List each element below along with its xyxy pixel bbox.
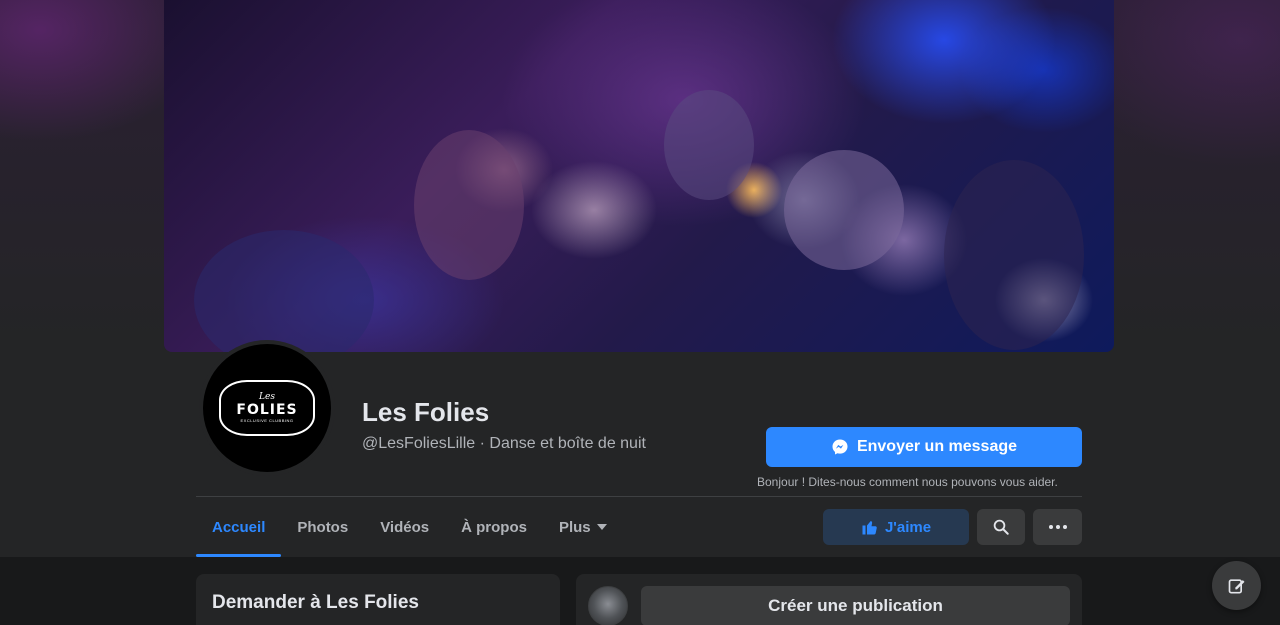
search-icon	[993, 519, 1009, 535]
tab-more-label: Plus	[558, 518, 591, 536]
cover-figure	[944, 160, 1084, 350]
tab-more[interactable]: Plus	[543, 497, 623, 557]
tab-about[interactable]: À propos	[445, 497, 543, 557]
send-message-label: Envoyer un message	[856, 438, 1018, 455]
page-tabs: Accueil Photos Vidéos À propos Plus	[196, 497, 623, 557]
cover-figure	[414, 130, 524, 280]
create-post-card: Créer une publication	[576, 574, 1082, 625]
tab-videos[interactable]: Vidéos	[364, 497, 445, 557]
cover-figure	[664, 90, 754, 200]
ask-card: Demander à Les Folies	[196, 574, 560, 625]
tab-photos[interactable]: Photos	[281, 497, 364, 557]
like-label: J'aime	[884, 518, 932, 536]
send-message-button[interactable]: Envoyer un message	[766, 427, 1082, 467]
compose-icon	[1228, 578, 1244, 593]
thumbs-up-icon	[862, 521, 877, 535]
page-handle-category: @LesFoliesLille · Danse et boîte de nuit	[362, 435, 646, 452]
ask-card-title: Demander à Les Folies	[212, 592, 419, 613]
compose-message-button[interactable]	[1212, 561, 1261, 610]
cover-figure	[194, 230, 374, 352]
more-dots-icon	[1048, 525, 1067, 529]
tab-videos-label: Vidéos	[380, 518, 430, 536]
search-button[interactable]	[977, 509, 1025, 545]
logo-sub-text: EXCLUSIVE CLUBBING	[240, 417, 294, 423]
chevron-down-icon	[596, 524, 607, 530]
cover-figure	[784, 150, 904, 270]
message-hint: Bonjour ! Dites-nous comment nous pouvon…	[757, 475, 1058, 489]
tab-about-label: À propos	[461, 518, 527, 536]
tab-photos-label: Photos	[297, 518, 349, 536]
folies-logo: Les FOLIES EXCLUSIVE CLUBBING	[219, 380, 315, 436]
messenger-icon	[832, 439, 848, 455]
more-options-button[interactable]	[1033, 509, 1082, 545]
like-button[interactable]: J'aime	[823, 509, 969, 545]
create-post-label: Créer une publication	[768, 596, 943, 615]
page-avatar[interactable]: Les FOLIES EXCLUSIVE CLUBBING	[199, 340, 335, 476]
logo-top-text: Les	[259, 391, 275, 402]
tab-home-label: Accueil	[212, 518, 266, 536]
tab-home[interactable]: Accueil	[196, 497, 282, 557]
page-title: Les Folies	[362, 397, 490, 427]
create-post-button[interactable]: Créer une publication	[641, 586, 1070, 625]
cover-photo[interactable]	[164, 0, 1114, 352]
logo-main-text: FOLIES	[236, 401, 298, 418]
avatar[interactable]	[588, 586, 628, 625]
